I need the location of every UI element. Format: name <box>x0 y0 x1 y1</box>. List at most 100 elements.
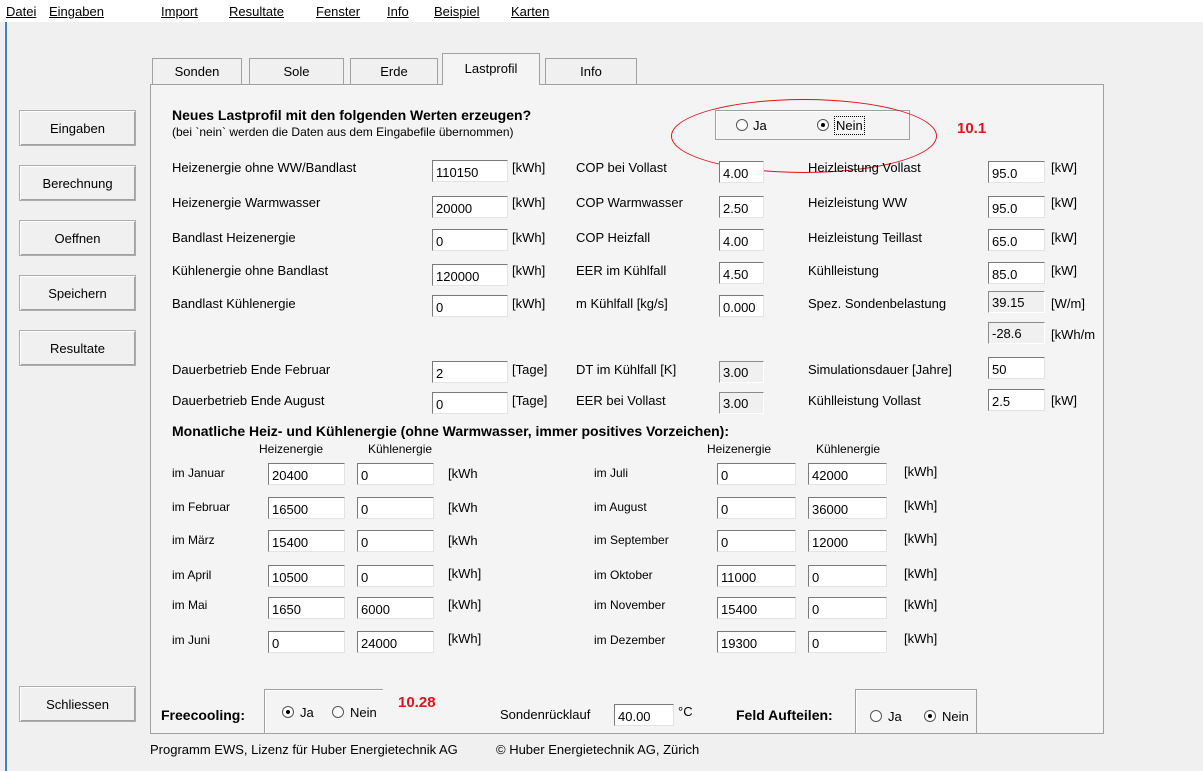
speichern-button[interactable]: Speichern <box>19 275 136 311</box>
header-title: Neues Lastprofil mit den folgenden Werte… <box>172 107 532 123</box>
month-heiz-input[interactable]: 0 <box>717 463 796 485</box>
month-heiz-input[interactable]: 11000 <box>717 565 796 587</box>
month-heiz-input[interactable]: 15400 <box>268 530 345 552</box>
month-label: im Juni <box>172 633 211 647</box>
hl-ww-unit: [kW] <box>1051 195 1077 210</box>
month-kuehl-input[interactable]: 0 <box>357 497 434 519</box>
month-kuehl-input[interactable]: 0 <box>357 530 434 552</box>
kuehl-ohne-input[interactable]: 120000 <box>432 264 508 286</box>
month-kuehl-input[interactable]: 0 <box>357 463 434 485</box>
menu-import[interactable]: Import <box>161 4 198 19</box>
tab-erde[interactable]: Erde <box>350 58 438 84</box>
month-heiz-input[interactable]: 15400 <box>717 597 796 619</box>
eer-voll-value: 3.00 <box>719 392 764 414</box>
menu-karten[interactable]: Karten <box>511 4 549 19</box>
kl-voll-unit: [kW] <box>1051 393 1077 408</box>
month-heiz-input[interactable]: 0 <box>717 530 796 552</box>
cop-voll-input[interactable]: 4.00 <box>719 161 764 183</box>
feld-ja-label: Ja <box>888 709 902 724</box>
month-label: im April <box>172 568 212 582</box>
month-kuehl-input[interactable]: 0 <box>808 565 887 587</box>
month-label: im Mai <box>172 598 208 612</box>
month-kuehl-input[interactable]: 0 <box>357 565 434 587</box>
month-heiz-input[interactable]: 1650 <box>268 597 345 619</box>
heiz-ohne-input[interactable]: 110150 <box>432 160 508 182</box>
kl-voll-input[interactable]: 2.5 <box>988 389 1045 411</box>
cop-heiz-label: COP Heizfall <box>576 230 651 245</box>
dauer-aug-input[interactable]: 0 <box>432 392 508 414</box>
tab-lastprofil[interactable]: Lastprofil <box>442 53 540 85</box>
berechnung-button[interactable]: Berechnung <box>19 165 136 201</box>
menu-info[interactable]: Info <box>387 4 409 19</box>
hl-ww-input[interactable]: 95.0 <box>988 196 1045 218</box>
dauer-feb-unit: [Tage] <box>512 362 548 377</box>
month-heiz-input[interactable]: 20400 <box>268 463 345 485</box>
menu-datei[interactable]: Datei <box>6 4 36 19</box>
oeffnen-button[interactable]: Oeffnen <box>19 220 136 256</box>
freecooling-ja-radio[interactable] <box>282 706 294 718</box>
spez2-value: -28.6 <box>988 322 1045 344</box>
feld-ja-radio[interactable] <box>870 710 882 722</box>
eer-kuehl-input[interactable]: 4.50 <box>719 262 764 284</box>
month-heiz-input[interactable]: 0 <box>268 631 345 653</box>
hl-voll-input[interactable]: 95.0 <box>988 161 1045 183</box>
month-heiz-input[interactable]: 19300 <box>717 631 796 653</box>
bandlast-heiz-input[interactable]: 0 <box>432 229 508 251</box>
menu-beispiel[interactable]: Beispiel <box>434 4 480 19</box>
month-kuehl-input[interactable]: 6000 <box>357 597 434 619</box>
kl-input[interactable]: 85.0 <box>988 262 1045 284</box>
bandlast-kuehl-input[interactable]: 0 <box>432 295 508 317</box>
month-kuehl-input[interactable]: 42000 <box>808 463 887 485</box>
m-kuehl-input[interactable]: 0.000 <box>719 295 764 317</box>
month-label: im November <box>594 598 666 612</box>
month-unit: [kWh <box>448 500 478 515</box>
tab-sonden[interactable]: Sonden <box>152 58 242 84</box>
dauer-feb-input[interactable]: 2 <box>432 361 508 383</box>
spez-unit: [W/m] <box>1051 296 1085 311</box>
kuehl-ohne-unit: [kWh] <box>512 263 546 278</box>
schliessen-button[interactable]: Schliessen <box>19 686 136 722</box>
hl-teil-input[interactable]: 65.0 <box>988 229 1045 251</box>
month-unit: [kWh <box>448 533 478 548</box>
month-kuehl-input[interactable]: 0 <box>808 631 887 653</box>
dauer-aug-label: Dauerbetrieb Ende August <box>172 393 325 408</box>
month-heiz-input[interactable]: 16500 <box>268 497 345 519</box>
month-label: im Januar <box>172 466 225 480</box>
col-heiz-right: Heizenergie <box>707 442 772 456</box>
dt-kuehl-label: DT im Kühlfall [K] <box>576 362 677 377</box>
freecooling-nein-radio[interactable] <box>332 706 344 718</box>
kuehl-ohne-label: Kühlenergie ohne Bandlast <box>172 263 329 278</box>
month-heiz-input[interactable]: 10500 <box>268 565 345 587</box>
month-kuehl-input[interactable]: 0 <box>808 597 887 619</box>
dauer-feb-label: Dauerbetrieb Ende Februar <box>172 362 331 377</box>
menu-resultate[interactable]: Resultate <box>229 4 284 19</box>
monthly-title: Monatliche Heiz- und Kühlenergie (ohne W… <box>172 423 730 439</box>
spez-value: 39.15 <box>988 291 1045 313</box>
col-heiz-left: Heizenergie <box>259 442 324 456</box>
m-kuehl-label: m Kühlfall [kg/s] <box>576 296 668 311</box>
cop-ww-input[interactable]: 2.50 <box>719 196 764 218</box>
sim-input[interactable]: 50 <box>988 357 1045 379</box>
menu-bar: Datei Eingaben Import Resultate Fenster … <box>0 0 1203 22</box>
month-label: im Juli <box>594 466 629 480</box>
heiz-ww-input[interactable]: 20000 <box>432 196 508 218</box>
month-kuehl-input[interactable]: 12000 <box>808 530 887 552</box>
heiz-ww-unit: [kWh] <box>512 195 546 210</box>
month-heiz-input[interactable]: 0 <box>717 497 796 519</box>
month-kuehl-input[interactable]: 24000 <box>357 631 434 653</box>
month-unit: [kWh] <box>904 464 938 479</box>
menu-eingaben[interactable]: Eingaben <box>49 4 104 19</box>
feld-nein-radio[interactable] <box>924 710 936 722</box>
month-kuehl-input[interactable]: 36000 <box>808 497 887 519</box>
eingaben-button[interactable]: Eingaben <box>19 110 136 146</box>
tab-info[interactable]: Info <box>545 58 637 84</box>
tab-sole[interactable]: Sole <box>249 58 344 84</box>
month-label: im August <box>594 500 647 514</box>
ruecklauf-input[interactable]: 40.00 <box>614 704 674 726</box>
footer-program: Programm EWS, Lizenz für Huber Energiete… <box>150 742 458 757</box>
kl-label: Kühlleistung <box>808 263 879 278</box>
month-unit: [kWh] <box>448 631 482 646</box>
cop-heiz-input[interactable]: 4.00 <box>719 229 764 251</box>
menu-fenster[interactable]: Fenster <box>316 4 360 19</box>
resultate-button[interactable]: Resultate <box>19 330 136 366</box>
